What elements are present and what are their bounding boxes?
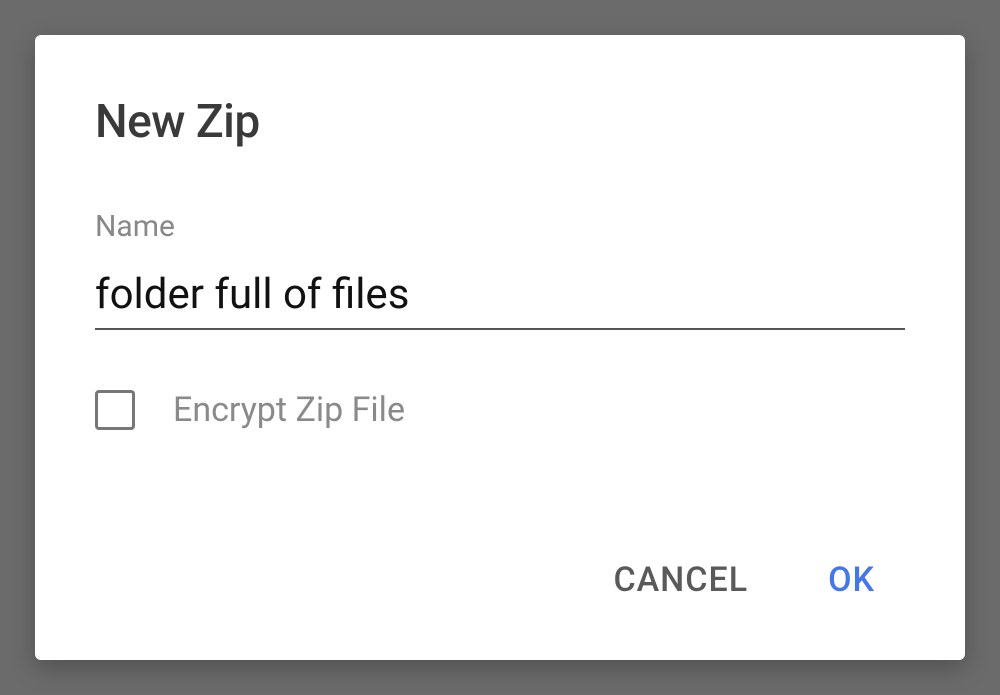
dialog-title: New Zip [95, 95, 905, 149]
name-label: Name [95, 209, 905, 244]
encrypt-row: Encrypt Zip File [95, 390, 905, 430]
name-input[interactable] [95, 266, 905, 330]
ok-button[interactable]: OK [828, 560, 875, 600]
encrypt-checkbox[interactable] [95, 390, 135, 430]
cancel-button[interactable]: CANCEL [613, 560, 748, 600]
new-zip-dialog: New Zip Name Encrypt Zip File CANCEL OK [35, 35, 965, 660]
encrypt-label[interactable]: Encrypt Zip File [173, 390, 405, 430]
name-field-group: Name [95, 209, 905, 330]
dialog-button-row: CANCEL OK [95, 560, 905, 620]
